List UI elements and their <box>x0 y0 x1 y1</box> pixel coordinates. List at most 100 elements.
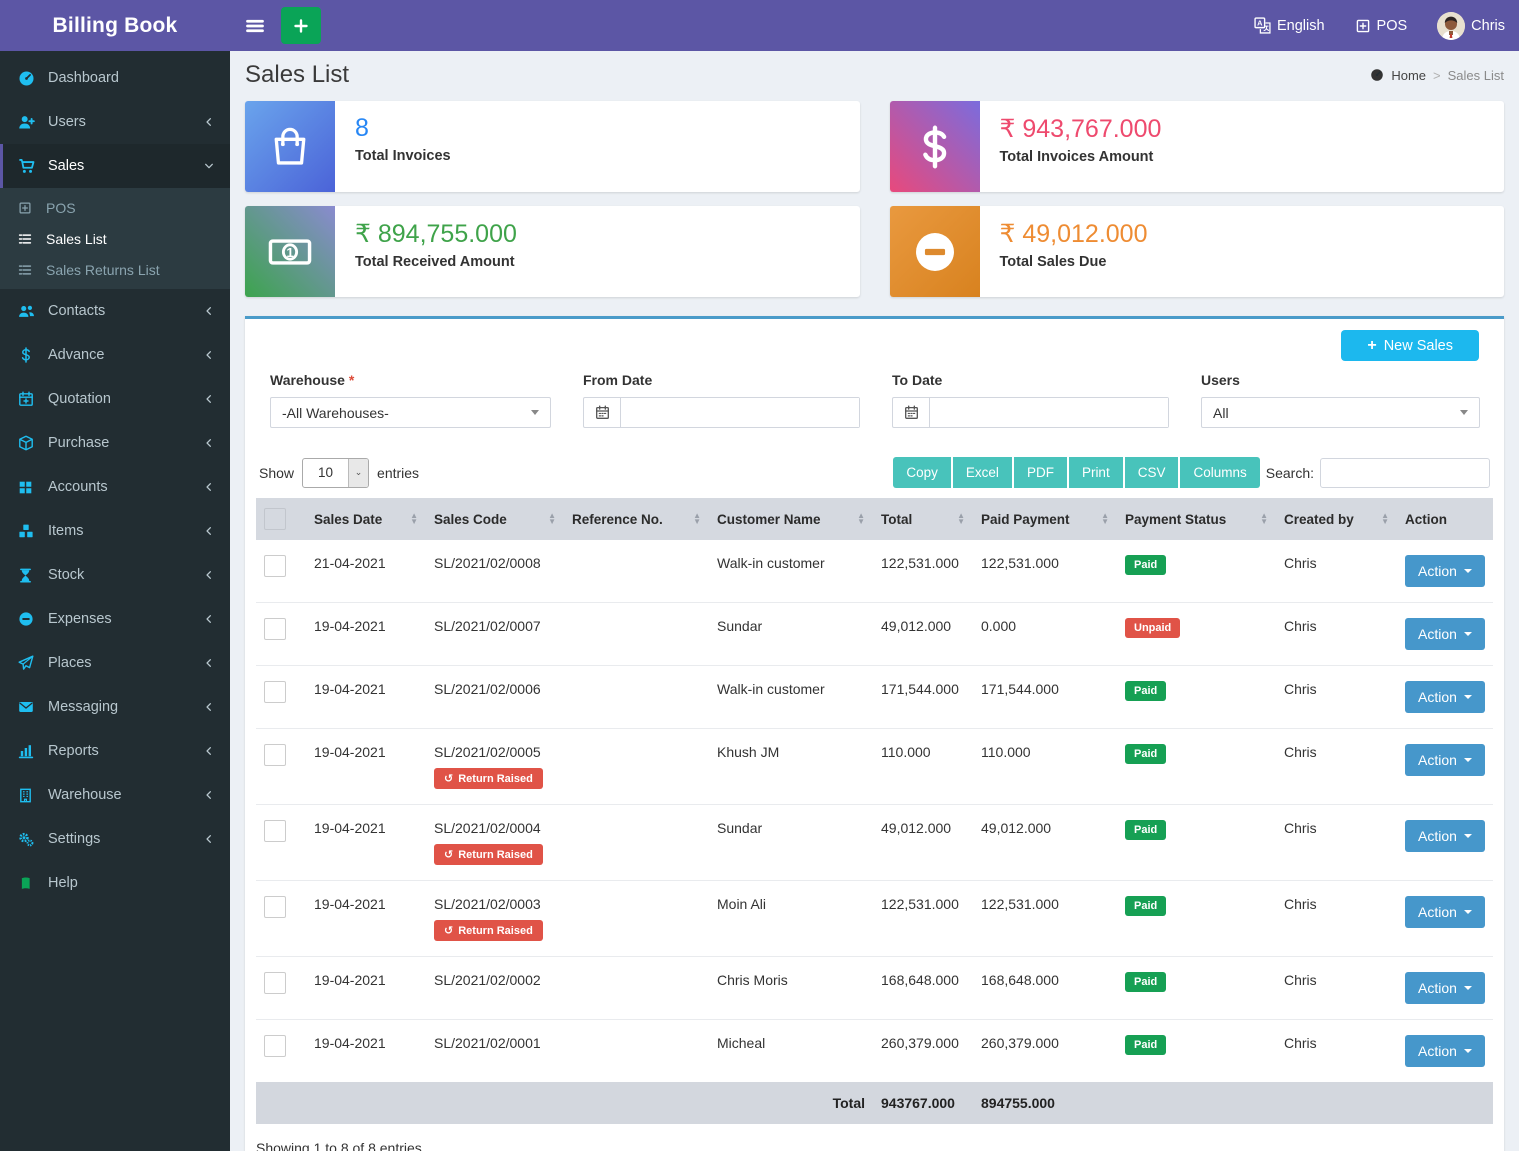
column-header-sales-code[interactable]: Sales Code <box>426 498 564 540</box>
sidebar-toggle-button[interactable] <box>242 13 268 39</box>
row-checkbox[interactable] <box>264 820 286 842</box>
cell-customer: Chris Moris <box>709 957 873 1020</box>
sidebar-item-dashboard[interactable]: Dashboard <box>0 56 230 100</box>
sidebar-item-messaging[interactable]: Messaging <box>0 685 230 729</box>
select-all-checkbox[interactable] <box>264 508 286 530</box>
cell-customer: Micheal <box>709 1020 873 1083</box>
pos-label: POS <box>1377 18 1408 34</box>
user-menu[interactable]: Chris <box>1437 12 1505 40</box>
sort-icon <box>1091 513 1109 525</box>
user-plus-icon <box>18 114 38 131</box>
svg-text:1: 1 <box>286 244 293 259</box>
chevron-left-icon <box>203 393 215 405</box>
copy-button[interactable]: Copy <box>893 457 951 488</box>
row-checkbox[interactable] <box>264 744 286 766</box>
row-checkbox[interactable] <box>264 896 286 918</box>
sidebar-item-contacts[interactable]: Contacts <box>0 289 230 333</box>
table-row: 21-04-2021 SL/2021/02/0008 Walk-in custo… <box>256 540 1493 603</box>
quick-add-button[interactable] <box>281 7 321 44</box>
sidebar-item-warehouse[interactable]: Warehouse <box>0 773 230 817</box>
row-checkbox[interactable] <box>264 555 286 577</box>
sidebar-item-settings[interactable]: Settings <box>0 817 230 861</box>
action-button[interactable]: Action <box>1405 744 1485 776</box>
sidebar-item-help[interactable]: Help <box>0 861 230 905</box>
column-header-payment-status[interactable]: Payment Status <box>1117 498 1276 540</box>
sidebar-subitem-pos[interactable]: POS <box>0 192 230 223</box>
cell-sales-code: SL/2021/02/0006 <box>426 666 564 729</box>
pdf-button[interactable]: PDF <box>1014 457 1067 488</box>
action-button[interactable]: Action <box>1405 555 1485 587</box>
to-date-input[interactable] <box>930 398 1168 427</box>
users-select[interactable]: All <box>1201 397 1480 428</box>
row-checkbox[interactable] <box>264 618 286 640</box>
cell-reference <box>564 805 709 881</box>
caret-down-icon <box>1464 910 1472 914</box>
page-size-select[interactable]: 10 ⌄ <box>302 458 369 488</box>
action-button[interactable]: Action <box>1405 896 1485 928</box>
sidebar-item-accounts[interactable]: Accounts <box>0 465 230 509</box>
cell-sales-code: SL/2021/02/0003 Return Raised <box>426 881 564 957</box>
sidebar-subitem-sales-list[interactable]: Sales List <box>0 223 230 254</box>
action-button[interactable]: Action <box>1405 1035 1485 1067</box>
sidebar-item-purchase[interactable]: Purchase <box>0 421 230 465</box>
print-button[interactable]: Print <box>1069 457 1123 488</box>
status-badge: Paid <box>1125 1035 1166 1055</box>
table-row: 19-04-2021 SL/2021/02/0002 Chris Moris 1… <box>256 957 1493 1020</box>
cell-created-by: Chris <box>1276 540 1397 603</box>
pos-menu[interactable]: POS <box>1355 18 1408 34</box>
cell-paid: 122,531.000 <box>973 881 1117 957</box>
sidebar-item-places[interactable]: Places <box>0 641 230 685</box>
new-sales-button[interactable]: + New Sales <box>1341 330 1479 361</box>
cell-total: 122,531.000 <box>873 881 973 957</box>
csv-button[interactable]: CSV <box>1125 457 1179 488</box>
chevron-left-icon <box>203 525 215 537</box>
status-badge: Unpaid <box>1125 618 1180 638</box>
sidebar-item-expenses[interactable]: Expenses <box>0 597 230 641</box>
action-button[interactable]: Action <box>1405 681 1485 713</box>
row-checkbox[interactable] <box>264 972 286 994</box>
to-date-label: To Date <box>892 372 1169 388</box>
action-button[interactable]: Action <box>1405 972 1485 1004</box>
bar-chart-icon <box>18 743 38 759</box>
action-button[interactable]: Action <box>1405 618 1485 650</box>
column-header-customer-name[interactable]: Customer Name <box>709 498 873 540</box>
hourglass-icon <box>18 568 38 583</box>
action-button[interactable]: Action <box>1405 820 1485 852</box>
column-header-total[interactable]: Total <box>873 498 973 540</box>
caret-down-icon <box>1460 410 1468 415</box>
row-checkbox[interactable] <box>264 681 286 703</box>
sidebar-item-label: Warehouse <box>48 787 122 803</box>
cell-sales-code: SL/2021/02/0004 Return Raised <box>426 805 564 881</box>
breadcrumb-home[interactable]: Home <box>1391 68 1426 83</box>
sidebar-item-users[interactable]: Users <box>0 100 230 144</box>
column-header-created-by[interactable]: Created by <box>1276 498 1397 540</box>
sidebar-item-stock[interactable]: Stock <box>0 553 230 597</box>
app-logo[interactable]: Billing Book <box>0 0 230 51</box>
chevron-left-icon <box>203 657 215 669</box>
language-menu[interactable]: English <box>1254 17 1325 34</box>
table-toolbar: Show 10 ⌄ entries Copy Excel PDF Print C… <box>256 457 1493 488</box>
sidebar-item-label: Purchase <box>48 435 109 451</box>
search-input[interactable] <box>1320 458 1490 488</box>
excel-button[interactable]: Excel <box>953 457 1012 488</box>
sidebar-item-quotation[interactable]: Quotation <box>0 377 230 421</box>
breadcrumb: Home > Sales List <box>1370 68 1504 83</box>
caret-down-icon <box>1464 632 1472 636</box>
warehouse-select[interactable]: -All Warehouses- <box>270 397 551 428</box>
column-header-sales-date[interactable]: Sales Date <box>306 498 426 540</box>
sidebar-item-items[interactable]: Items <box>0 509 230 553</box>
sidebar-item-advance[interactable]: Advance <box>0 333 230 377</box>
from-date-input[interactable] <box>621 398 859 427</box>
total-row-total: 943767.000 <box>873 1082 973 1124</box>
from-date-filter: From Date <box>583 372 860 428</box>
column-header-paid-payment[interactable]: Paid Payment <box>973 498 1117 540</box>
columns-button[interactable]: Columns <box>1180 457 1259 488</box>
stat-value: ₹ 943,767.000 <box>1000 114 1162 144</box>
sidebar-item-reports[interactable]: Reports <box>0 729 230 773</box>
envelope-icon <box>18 699 38 715</box>
dashboard-icon <box>18 70 38 87</box>
row-checkbox[interactable] <box>264 1035 286 1057</box>
sidebar-subitem-sales-returns-list[interactable]: Sales Returns List <box>0 254 230 285</box>
sidebar-item-sales[interactable]: Sales <box>0 144 230 188</box>
column-header-reference-no[interactable]: Reference No. <box>564 498 709 540</box>
